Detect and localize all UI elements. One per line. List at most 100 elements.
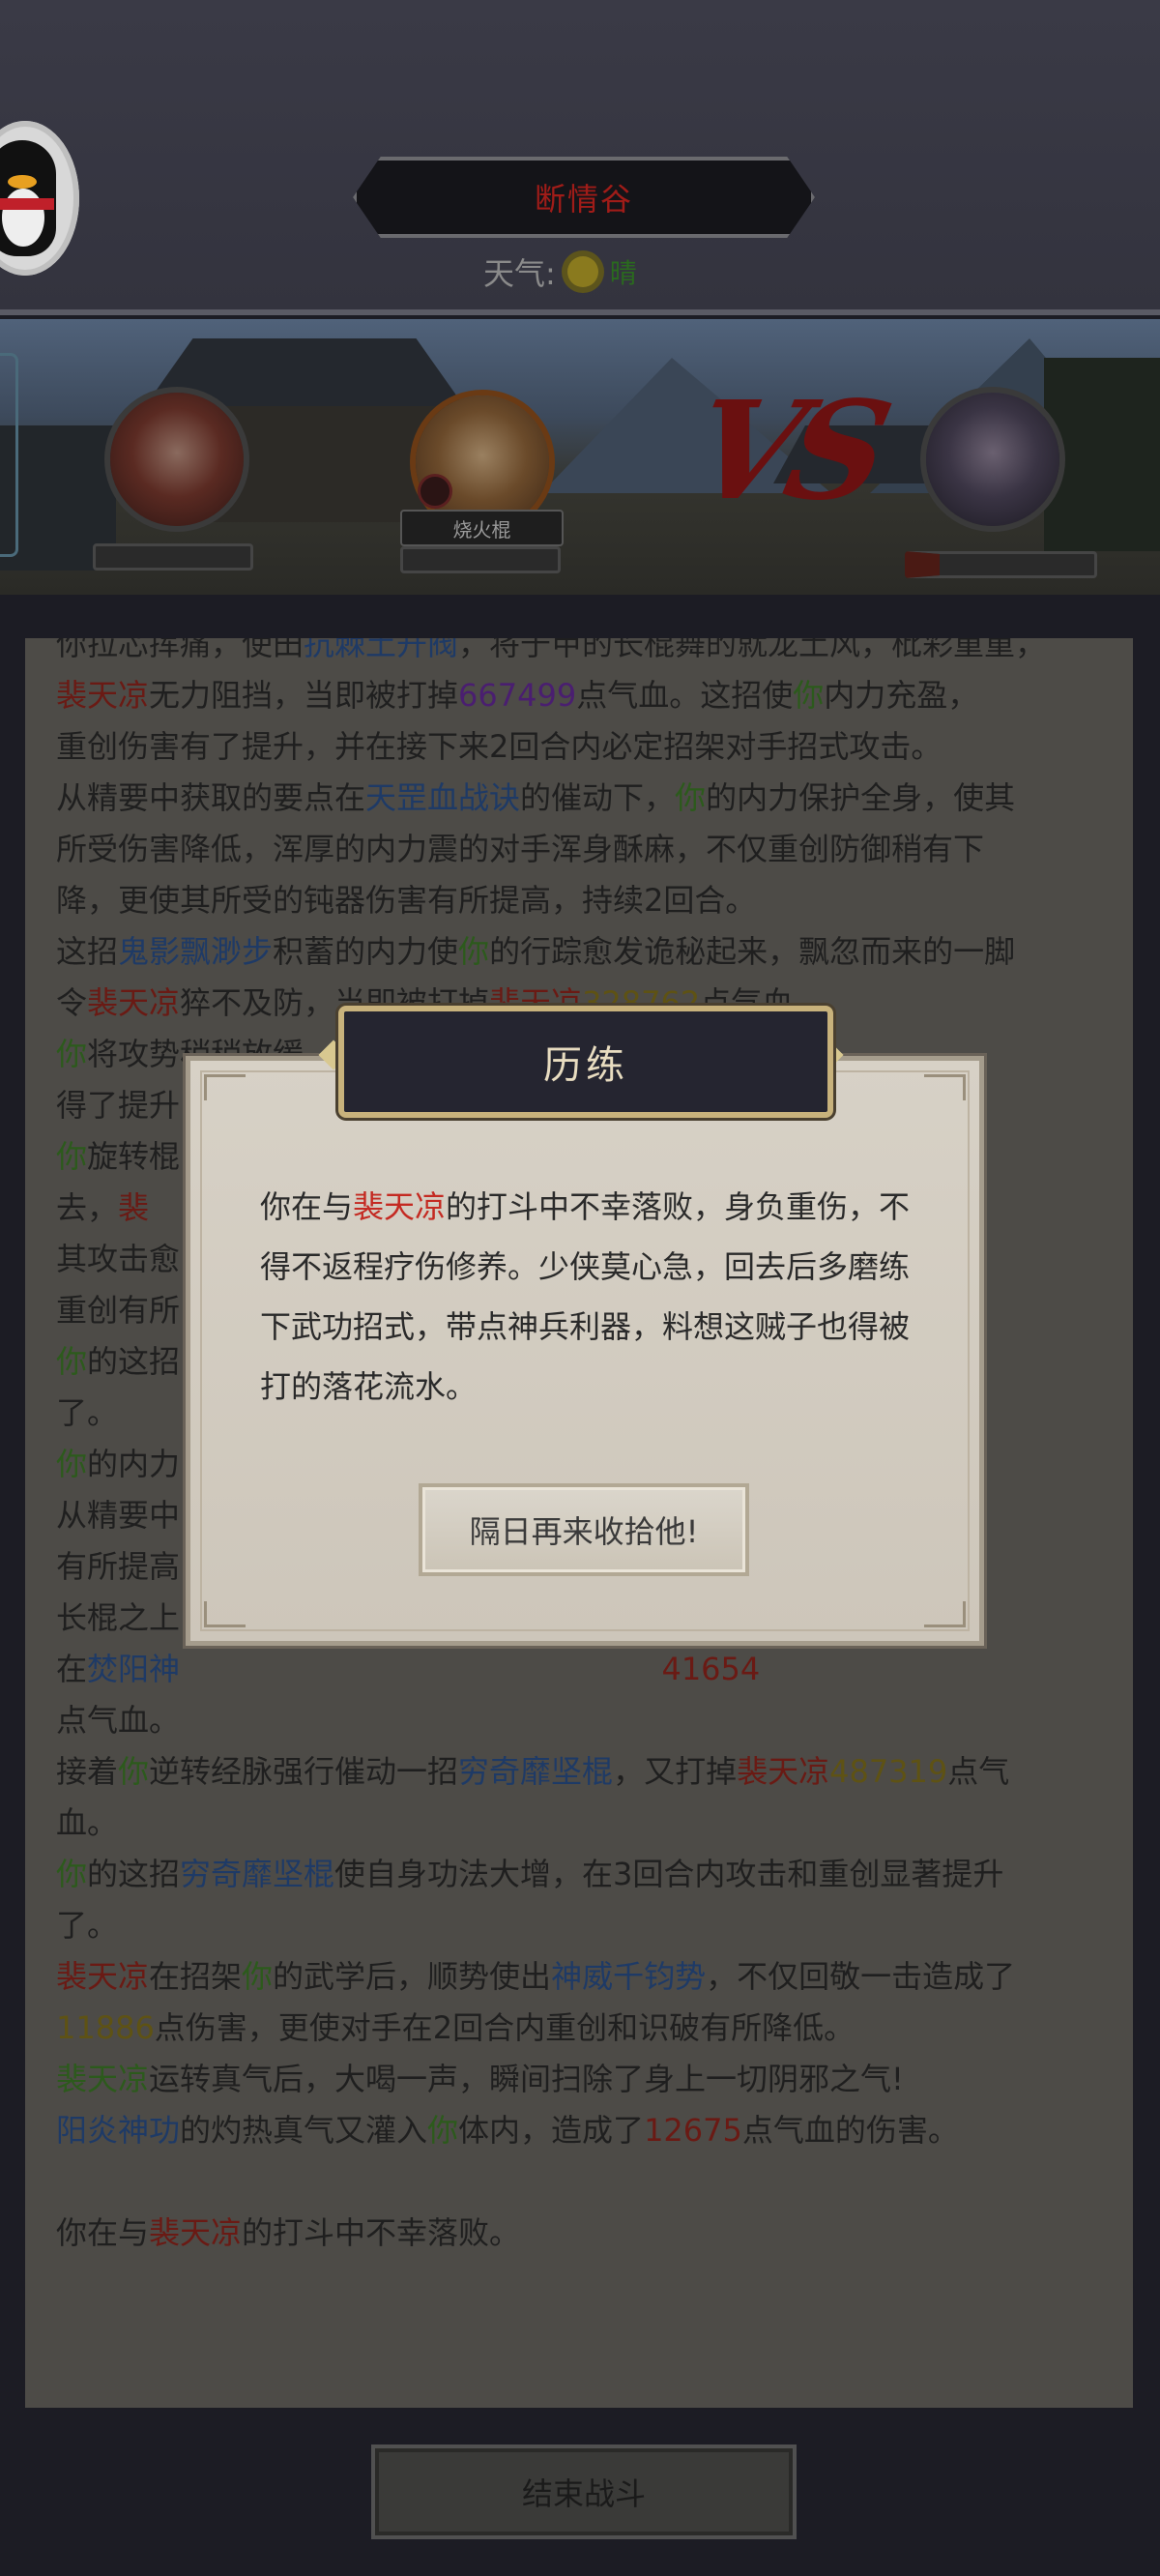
- log-segment: 点伤害，更使对手在2回合内重创和识破有所降低。: [154, 2009, 856, 2046]
- log-segment: 点气: [947, 1753, 1010, 1790]
- log-segment: 裴天凉: [87, 984, 181, 1021]
- enemy-portrait[interactable]: [920, 387, 1065, 532]
- log-segment: 从精要中: [56, 1497, 181, 1534]
- enemy-hp-bar: [905, 551, 1097, 578]
- log-segment: 积蓄的内力使: [273, 933, 459, 970]
- log-segment: 你: [458, 933, 490, 970]
- dialog-opponent-name: 裴天凉: [353, 1188, 447, 1225]
- weapon-tag: 烧火棍: [400, 510, 564, 546]
- defeat-dialog: 你在与裴天凉的打斗中不幸落败，身负重伤，不得不返程疗伤修养。少侠莫心急，回去后多…: [186, 1056, 984, 1646]
- vs-mark: VS: [679, 372, 893, 531]
- dialog-text-prefix: 你在与: [260, 1188, 354, 1225]
- header: 断情谷 天气: 晴: [0, 0, 1160, 315]
- battle-result-screen: 断情谷 天气: 晴 烧火棍 VS 你拉芯挥痛，使田抗棘土开阀，将于甲的长棍舞的就…: [0, 0, 1160, 2576]
- battle-log-line: 你的这招穷奇靡坚棍使自身功法大增，在3回合内攻击和重创显著提升: [56, 1849, 1119, 1900]
- retry-later-button[interactable]: 隔日再来收拾他!: [419, 1483, 749, 1576]
- log-segment: 的打斗中不幸落败。: [242, 2214, 521, 2251]
- player-portrait[interactable]: [104, 387, 249, 532]
- battle-log-line: 在焚阳神 41654: [56, 1644, 1119, 1695]
- battle-log-line: 11886点伤害，更使对手在2回合内重创和识破有所降低。: [56, 2003, 1119, 2054]
- log-segment: 你: [675, 779, 707, 816]
- battle-log-line: 接着你逆转经脉强行催动一招穷奇靡坚棍，又打掉裴天凉487319点气: [56, 1746, 1119, 1798]
- log-segment: 你: [56, 1856, 88, 1892]
- log-segment: 裴: [118, 1189, 150, 1226]
- log-segment: 去，: [56, 1189, 119, 1226]
- log-segment: 天罡血战诀: [365, 779, 521, 816]
- log-segment: 得了提升: [56, 1087, 181, 1124]
- log-segment: 逆转经脉强行催动一招: [149, 1753, 459, 1790]
- log-segment: 了。: [56, 1394, 119, 1431]
- log-segment: 487319: [829, 1753, 948, 1790]
- player-hp-bar: [93, 543, 253, 571]
- battle-log-line: 从精要中获取的要点在天罡血战诀的催动下，你的内力保护全身，使其: [56, 773, 1119, 824]
- log-segment: 有所提高: [56, 1548, 181, 1585]
- log-segment: 的行踪愈发诡秘起来，飘忽而来的一脚: [489, 933, 1016, 970]
- location-name: 断情谷: [534, 181, 633, 218]
- log-segment: 接着: [56, 1753, 119, 1790]
- log-segment: 点气血的伤害。: [741, 2112, 959, 2149]
- log-segment: 从精要中获取的要点在: [56, 779, 366, 816]
- log-segment: 裴天凉: [56, 2061, 150, 2097]
- qq-avatar[interactable]: [0, 121, 79, 276]
- battle-log-line: 血。: [56, 1798, 1119, 1849]
- battle-log-line: 裴天凉在招架你的武学后，顺势使出神威千钧势，不仅回敬一击造成了: [56, 1951, 1119, 2003]
- log-segment: 你: [56, 1446, 88, 1482]
- log-segment: 的内力: [87, 1446, 181, 1482]
- log-segment: 的灼热真气又灌入: [180, 2112, 428, 2149]
- dialog-message: 你在与裴天凉的打斗中不幸落败，身负重伤，不得不返程疗伤修养。少侠莫心急，回去后多…: [260, 1177, 917, 1417]
- log-segment: 抗棘土开阀: [304, 638, 459, 662]
- log-segment: 你: [118, 1753, 150, 1790]
- log-segment: 裴天凉: [737, 1753, 830, 1790]
- dialog-title: 历练: [543, 1043, 628, 1088]
- log-segment: 使自身功法大增，在3回合内攻击和重创显著提升: [334, 1856, 1004, 1892]
- log-segment: 的催动下，: [520, 779, 676, 816]
- log-segment: 体内，造成了: [458, 2112, 645, 2149]
- log-segment: 阳炎神功: [56, 2112, 181, 2149]
- log-segment: 你: [56, 1036, 88, 1072]
- bomb-icon: [418, 474, 452, 509]
- log-segment: 内力充盈，: [824, 677, 979, 714]
- log-segment: 你: [56, 1138, 88, 1175]
- log-segment: 运转真气后，大喝一声，瞬间扫除了身上一切阴邪之气!: [149, 2061, 904, 2097]
- log-segment: 降，更使其所受的钝器伤害有所提高，持续2回合。: [56, 882, 757, 919]
- log-segment: 你: [793, 677, 825, 714]
- log-segment: 的内力保护全身，使其: [706, 779, 1016, 816]
- log-segment: 的这招: [87, 1343, 181, 1380]
- log-segment: ，不仅回敬一击造成了: [706, 1958, 1016, 1995]
- pet-hp-bar: [400, 546, 561, 573]
- log-segment: 所受伤害降低，浑厚的内力震的对手浑身酥麻，不仅重创防御稍有下: [56, 831, 985, 867]
- battle-log-line: 点气血。: [56, 1695, 1119, 1746]
- log-segment: 这招: [56, 933, 119, 970]
- log-segment: 重创伤害有了提升，并在接下来2回合内必定招架对手招式攻击。: [56, 728, 942, 765]
- log-segment: 你: [242, 1958, 274, 1995]
- log-segment: 裴天凉: [56, 677, 150, 714]
- log-segment: 神威千钧势: [551, 1958, 707, 1995]
- log-segment: 其攻击愈: [56, 1241, 181, 1277]
- battle-log-line: 降，更使其所受的钝器伤害有所提高，持续2回合。: [56, 875, 1119, 926]
- log-segment: 点气血。: [56, 1702, 181, 1739]
- log-segment: ，又打掉: [613, 1753, 738, 1790]
- log-segment: 令: [56, 984, 88, 1021]
- battle-log-line: 所受伤害降低，浑厚的内力震的对手浑身酥麻，不仅重创防御稍有下: [56, 824, 1119, 875]
- battle-log-line: 了。: [56, 1900, 1119, 1951]
- battle-log-line: 阳炎神功的灼热真气又灌入你体内，造成了12675点气血的伤害。: [56, 2105, 1119, 2156]
- battle-log-line: 重创伤害有了提升，并在接下来2回合内必定招架对手招式攻击。: [56, 721, 1119, 773]
- log-segment: 穷奇靡坚棍: [458, 1753, 614, 1790]
- log-segment: 长棍之上: [56, 1599, 181, 1636]
- weather-value: 晴: [609, 257, 637, 289]
- battle-log-line: 裴天凉无力阻挡，当即被打掉667499点气血。这招使你内力充盈，: [56, 670, 1119, 721]
- log-segment: ，将于甲的长棍舞的就龙土风，枇彩重重，: [458, 638, 1047, 662]
- log-segment: 你在与: [56, 2214, 150, 2251]
- log-segment: 裴天凉: [56, 1958, 150, 1995]
- log-segment: 旋转棍: [87, 1138, 181, 1175]
- log-segment: 41654: [661, 1651, 761, 1687]
- log-segment: 在招架: [149, 1958, 243, 1995]
- log-segment: 11886: [56, 2009, 155, 2046]
- end-battle-button[interactable]: 结束战斗: [371, 2444, 797, 2539]
- log-segment: 667499: [458, 677, 577, 714]
- log-segment: 你: [427, 2112, 459, 2149]
- log-segment: [180, 1651, 661, 1687]
- log-segment: 重创有所: [56, 1292, 181, 1329]
- battle-log-line: 你拉芯挥痛，使田抗棘土开阀，将于甲的长棍舞的就龙土风，枇彩重重，: [56, 638, 1119, 670]
- battle-log-line: 你在与裴天凉的打斗中不幸落败。: [56, 2208, 1119, 2259]
